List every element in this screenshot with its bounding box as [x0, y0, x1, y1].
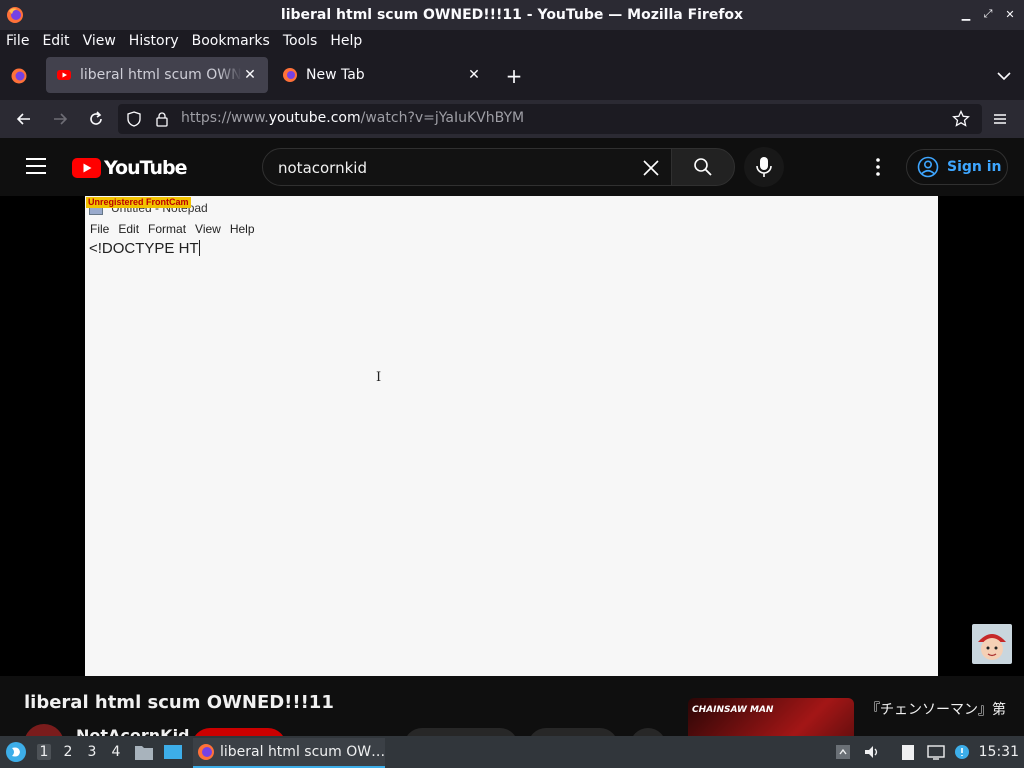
typed-text: <!DOCTYPE HT: [89, 240, 199, 257]
back-arrow-icon[interactable]: [14, 109, 34, 129]
navigation-toolbar: https://www.youtube.com/watch?v=jYaIuKVh…: [0, 100, 1024, 138]
file-manager-icon[interactable]: [134, 743, 154, 761]
subscribe-button[interactable]: [192, 728, 286, 736]
notepad-menu-file: File: [90, 222, 110, 236]
youtube-masthead: YouTube notacornkid Sign in: [0, 138, 1024, 196]
lock-icon[interactable]: [154, 111, 170, 127]
video-player[interactable]: Untitled - Notepad Unregistered FrontCam…: [85, 196, 938, 676]
search-query: notacornkid: [278, 159, 367, 177]
search-icon: [694, 158, 712, 176]
video-title: liberal html scum OWNED!!!11: [24, 692, 334, 713]
workspace-3[interactable]: 3: [85, 744, 99, 760]
address-bar[interactable]: https://www.youtube.com/watch?v=jYaIuKVh…: [118, 104, 982, 134]
sign-in-button[interactable]: Sign in: [906, 149, 1008, 185]
new-tab-button[interactable]: +: [504, 66, 524, 86]
taskbar-app-label: liberal html scum OW…: [219, 744, 385, 760]
notepad-text: <!DOCTYPE HT: [89, 240, 200, 257]
menu-bookmarks[interactable]: Bookmarks: [192, 33, 270, 49]
url-text[interactable]: https://www.youtube.com/watch?v=jYaIuKVh…: [181, 110, 524, 126]
minimize-icon[interactable]: ▁: [958, 6, 974, 22]
microphone-icon: [756, 157, 772, 177]
recommended-video-thumbnail[interactable]: CHAINSAW MAN: [688, 698, 854, 736]
channel-avatar[interactable]: [24, 724, 64, 736]
workspace-2[interactable]: 2: [61, 744, 75, 760]
watch-metadata: liberal html scum OWNED!!!11 NotAcornKid…: [0, 676, 1024, 736]
clipboard-icon[interactable]: [899, 744, 917, 760]
taskbar: 1 2 3 4 liberal html scum OW… 15:31: [0, 736, 1024, 768]
menu-help[interactable]: Help: [330, 33, 362, 49]
firefox-icon: [7, 7, 23, 23]
notepad-menu-view: View: [195, 222, 221, 236]
youtube-favicon-icon: [57, 70, 71, 80]
shield-icon[interactable]: [126, 111, 142, 127]
tab-strip: liberal html scum OWNED!!!11 - YouTube ✕…: [0, 52, 1024, 100]
url-domain: youtube.com: [268, 110, 361, 126]
recommended-video-title[interactable]: 『チェンソーマン』第３話ノン…: [866, 700, 1006, 720]
search-button[interactable]: [671, 148, 735, 186]
youtube-play-icon: [72, 158, 101, 178]
thumbnail-caption: CHAINSAW MAN: [692, 705, 774, 715]
menu-view[interactable]: View: [83, 33, 116, 49]
taskbar-firefox-window[interactable]: liberal html scum OW…: [193, 738, 385, 768]
menu-tools[interactable]: Tools: [283, 33, 318, 49]
more-options-icon[interactable]: [868, 157, 888, 177]
guide-menu-icon[interactable]: [26, 158, 46, 174]
workspace-1[interactable]: 1: [37, 744, 51, 760]
show-desktop-icon[interactable]: [163, 743, 183, 761]
voice-search-button[interactable]: [744, 147, 784, 187]
url-path: /watch?v=jYaIuKVhBYM: [360, 110, 525, 126]
sign-in-label: Sign in: [947, 159, 1002, 175]
hamburger-menu-icon[interactable]: [990, 109, 1010, 129]
search-input[interactable]: notacornkid: [262, 148, 672, 186]
text-cursor-icon: I: [376, 370, 382, 385]
channel-name[interactable]: NotAcornKid: [76, 726, 190, 736]
notepad-menu-format: Format: [148, 222, 187, 236]
window-title: liberal html scum OWNED!!!11 - YouTube —…: [280, 7, 744, 23]
clock: 15:31: [978, 744, 1019, 760]
workspace-4[interactable]: 4: [109, 744, 123, 760]
clear-search-icon[interactable]: [641, 158, 661, 178]
reload-icon[interactable]: [86, 109, 106, 129]
close-tab-icon[interactable]: ✕: [242, 67, 258, 83]
forward-arrow-icon[interactable]: [50, 109, 70, 129]
menu-file[interactable]: File: [6, 33, 29, 49]
firefox-icon: [197, 744, 214, 760]
tab-label: liberal html scum OWNED!!!11 - YouTube: [80, 67, 242, 83]
recorder-watermark: Unregistered FrontCam: [86, 197, 191, 208]
bookmark-star-icon[interactable]: [952, 110, 970, 128]
notepad-menu: File Edit Format View Help: [90, 222, 255, 236]
account-circle-icon: [917, 156, 939, 178]
tab-new-tab[interactable]: New Tab ✕: [272, 57, 492, 93]
volume-icon[interactable]: [863, 744, 881, 760]
update-notification-icon[interactable]: [953, 744, 971, 760]
share-button[interactable]: [528, 728, 618, 736]
notepad-menu-help: Help: [229, 222, 255, 236]
tray-expand-icon[interactable]: [834, 744, 852, 760]
like-button[interactable]: [404, 728, 518, 736]
firefox-view-icon[interactable]: [10, 67, 28, 85]
cartoon-face-icon: [978, 634, 1006, 660]
network-icon[interactable]: [927, 744, 945, 760]
chevron-down-icon[interactable]: [996, 68, 1012, 84]
maximize-icon[interactable]: ⤢: [980, 6, 996, 22]
firefox-favicon-icon: [283, 68, 297, 82]
start-menu-icon[interactable]: [5, 741, 27, 763]
url-prefix: https://www.: [181, 110, 269, 126]
window-titlebar: liberal html scum OWNED!!!11 - YouTube —…: [0, 0, 1024, 30]
close-icon[interactable]: ✕: [1002, 6, 1018, 22]
menu-bar: File Edit View History Bookmarks Tools H…: [0, 30, 1024, 52]
more-actions-button[interactable]: [630, 728, 666, 736]
notepad-menu-edit: Edit: [118, 222, 140, 236]
tab-label: New Tab: [306, 67, 365, 83]
tab-youtube[interactable]: liberal html scum OWNED!!!11 - YouTube ✕: [46, 57, 268, 93]
menu-history[interactable]: History: [129, 33, 179, 49]
youtube-logo[interactable]: YouTube: [72, 157, 187, 179]
cartoon-avatar-thumbnail: [972, 624, 1012, 664]
youtube-wordmark: YouTube: [104, 157, 187, 179]
close-tab-icon[interactable]: ✕: [466, 67, 482, 83]
text-caret: [198, 240, 200, 256]
menu-edit[interactable]: Edit: [42, 33, 69, 49]
